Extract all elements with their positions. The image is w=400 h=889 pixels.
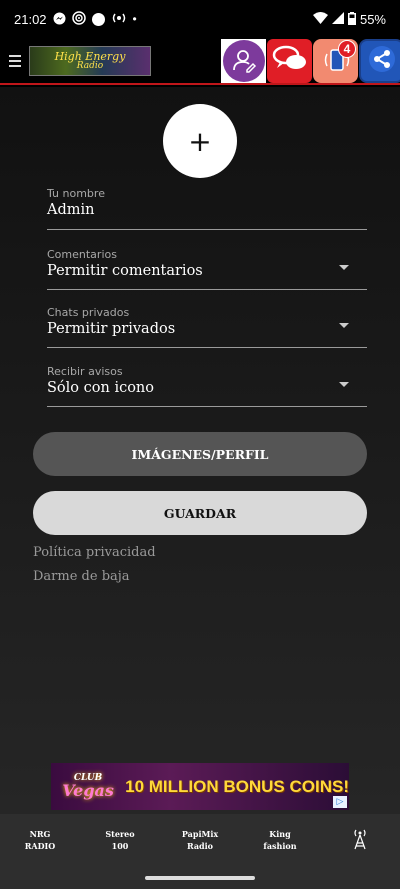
nav-label-line1: Stereo (105, 829, 135, 839)
save-button[interactable]: GUARDAR (33, 491, 367, 535)
ad-headline: 10 MILLION BONUS COINS! (125, 776, 349, 796)
chat-button[interactable] (267, 39, 312, 83)
images-profile-button[interactable]: IMÁGENES/PERFIL (33, 432, 367, 476)
dropdown-arrow-icon[interactable] (339, 382, 349, 387)
battery-icon (347, 11, 356, 27)
private-chats-select-label: Chats privados (47, 306, 130, 319)
dropdown-arrow-icon[interactable] (339, 265, 349, 270)
radio-antenna-icon (352, 829, 368, 852)
high-energy-radio-logo[interactable]: High Energy Radio (29, 45, 151, 76)
profile-button[interactable] (221, 39, 266, 83)
bottom-nav: NRG RADIO Stereo 100 PapiMix Radio King … (0, 814, 400, 866)
name-field[interactable]: Tu nombre Admin (47, 187, 367, 230)
comments-select[interactable]: Comentarios Permitir comentarios (47, 248, 367, 290)
profile-settings-panel: + Tu nombre Admin Comentarios Permitir c… (0, 87, 400, 814)
app-circle-icon (91, 12, 105, 26)
dropdown-arrow-icon[interactable] (339, 323, 349, 328)
nav-label-line2: Radio (187, 841, 213, 851)
logo-text-line2: Radio (76, 60, 104, 71)
nav-label-line1: King (269, 829, 291, 839)
battery-level: 55% (359, 11, 386, 27)
notifications-button[interactable]: 4 (313, 39, 358, 83)
broadcast-icon (111, 12, 127, 26)
comments-select-label: Comentarios (47, 248, 117, 261)
name-field-value[interactable]: Admin (47, 202, 367, 218)
chat-bubbles-icon (272, 44, 308, 78)
app-bar: High Energy Radio 4 (0, 38, 400, 85)
comments-select-value: Permitir comentarios (47, 263, 203, 279)
nav-label-line2: RADIO (24, 841, 56, 851)
signal-icon (331, 12, 344, 26)
nav-label-line1: NRG (29, 829, 51, 839)
nav-label-line2: 100 (111, 841, 129, 851)
share-button[interactable] (359, 39, 400, 83)
nav-item-king-fashion[interactable]: King fashion (240, 828, 320, 852)
club-vegas-logo: CLUB Vegas (51, 763, 125, 810)
nav-item-stereo-100[interactable]: Stereo 100 (80, 828, 160, 852)
alerts-select-value: Sólo con icono (47, 380, 154, 396)
home-gesture-bar[interactable] (145, 876, 255, 880)
status-bar: 21:02 • 55% (0, 0, 400, 38)
add-photo-button[interactable]: + (163, 104, 237, 178)
notification-badge: 4 (338, 40, 356, 58)
privacy-policy-link[interactable]: Política privacidad (33, 545, 156, 560)
alerts-select-label: Recibir avisos (47, 365, 123, 378)
menu-icon[interactable] (3, 37, 27, 84)
nav-item-papimix-radio[interactable]: PapiMix Radio (160, 828, 240, 852)
hotspot-icon (71, 11, 86, 27)
dot-icon: • (132, 12, 137, 26)
clock: 21:02 (14, 11, 47, 27)
wifi-icon (312, 12, 328, 26)
nav-label-line2: fashion (263, 841, 297, 851)
ad-banner[interactable]: CLUB Vegas 10 MILLION BONUS COINS! ▷ (51, 763, 349, 810)
messenger-icon (53, 12, 66, 27)
ad-brand: Vegas (62, 781, 114, 800)
nav-label-line1: PapiMix (181, 829, 219, 839)
alerts-select[interactable]: Recibir avisos Sólo con icono (47, 365, 367, 407)
nav-item-nrg-radio[interactable]: NRG RADIO (0, 828, 80, 852)
unsubscribe-link[interactable]: Darme de baja (33, 569, 130, 584)
share-icon (368, 45, 396, 77)
name-field-label: Tu nombre (47, 187, 105, 200)
nav-item-antenna[interactable] (320, 828, 400, 853)
private-chats-select[interactable]: Chats privados Permitir privados (47, 306, 367, 348)
adchoices-icon[interactable]: ▷ (333, 796, 347, 808)
private-chats-select-value: Permitir privados (47, 321, 176, 337)
user-edit-icon (222, 40, 265, 82)
